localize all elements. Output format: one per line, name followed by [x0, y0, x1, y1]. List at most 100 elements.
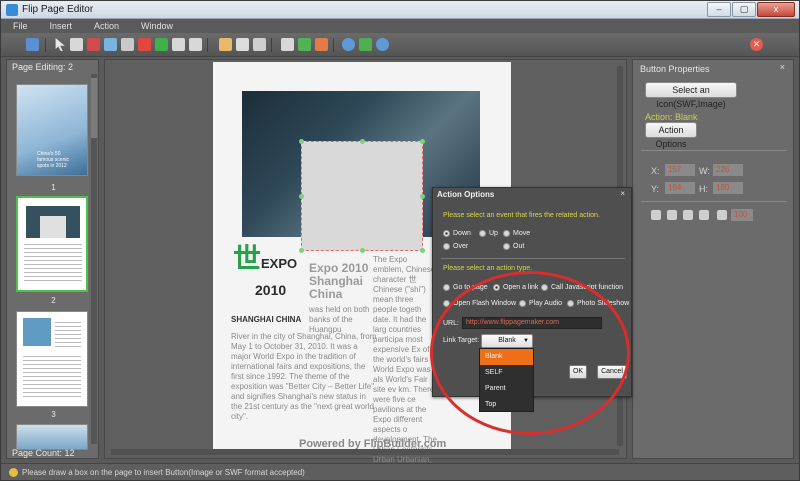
thumbnail-page-4[interactable] — [16, 424, 88, 450]
shape-icon[interactable] — [189, 38, 202, 51]
cancel-button[interactable]: Cancel — [597, 365, 627, 379]
thumbnail-page-3[interactable] — [16, 311, 88, 407]
resize-handle[interactable] — [360, 248, 365, 253]
ok-button[interactable]: OK — [569, 365, 587, 379]
radio-icon — [479, 230, 486, 237]
page-thumbnails-panel: Page Editing: 2 China's 50 famous scenic… — [6, 59, 99, 459]
width-input[interactable]: 226 — [713, 164, 743, 176]
flash-icon[interactable] — [138, 38, 151, 51]
radio-icon — [443, 300, 450, 307]
window-title: Flip Page Editor — [22, 4, 94, 15]
opacity-input[interactable]: 100 — [731, 209, 753, 221]
thumbnail-page-1[interactable]: China's 50 famous scenic spots in 2012 — [16, 84, 88, 176]
divider — [641, 201, 787, 202]
action-radio-go-to-page[interactable]: Go to page — [443, 284, 488, 291]
close-window-button[interactable]: x — [757, 2, 795, 17]
event-hint: Please select an event that fires the re… — [443, 212, 600, 219]
arrange-icon[interactable] — [253, 38, 266, 51]
action-radio-call-js[interactable]: Call Javascript function — [541, 284, 623, 291]
align-right-icon[interactable] — [683, 210, 693, 220]
expo-logo: 世 EXPO 2010 — [231, 244, 303, 314]
add-button-icon[interactable] — [155, 38, 168, 51]
page-count-label: Page Count: 12 — [12, 448, 75, 458]
event-radio-down[interactable]: Down — [443, 230, 471, 237]
height-input[interactable]: 180 — [713, 182, 743, 194]
menu-insert[interactable]: Insert — [50, 19, 73, 33]
exit-icon[interactable]: ✕ — [750, 38, 763, 51]
thumbnail-scrollbar[interactable] — [91, 74, 97, 444]
article-body: River in the city of Shanghai, China, fr… — [231, 332, 377, 421]
toolbar: ✕ — [1, 33, 799, 57]
dropdown-option-parent[interactable]: Parent — [480, 381, 533, 397]
align-center-icon[interactable] — [667, 210, 677, 220]
align-left-icon[interactable] — [651, 210, 661, 220]
fit-page-icon[interactable] — [359, 38, 372, 51]
dropdown-option-self[interactable]: SELF — [480, 365, 533, 381]
pointer-icon[interactable] — [55, 38, 65, 51]
y-input[interactable]: 164 — [665, 182, 695, 194]
radio-label: Photo Slideshow — [577, 300, 630, 307]
inserted-button-box[interactable] — [299, 139, 425, 253]
action-radio-play-audio[interactable]: Play Audio — [519, 300, 562, 307]
undo-icon[interactable] — [315, 38, 328, 51]
event-radio-up[interactable]: Up — [479, 230, 498, 237]
w-label: W: — [699, 166, 710, 176]
canvas-horizontal-scrollbar[interactable] — [111, 449, 619, 455]
movie-icon[interactable] — [87, 38, 100, 51]
status-message: Please draw a box on the page to insert … — [22, 468, 305, 477]
resize-handle[interactable] — [360, 139, 365, 144]
link-target-select[interactable]: Blank ▼ — [481, 334, 533, 348]
copy-icon[interactable] — [219, 38, 232, 51]
action-radio-flash-window[interactable]: Open Flash Window — [443, 300, 516, 307]
article-heading: Expo 2010 Shanghai China — [309, 261, 369, 301]
maximize-button[interactable]: ▢ — [732, 2, 756, 17]
save-icon[interactable] — [26, 38, 39, 51]
event-radio-out[interactable]: Out — [503, 243, 524, 250]
url-input[interactable]: http://www.flippagemaker.com — [462, 317, 602, 329]
menu-file[interactable]: File — [13, 19, 28, 33]
resize-handle[interactable] — [299, 194, 304, 199]
action-radio-open-link[interactable]: Open a link — [493, 284, 538, 291]
event-radio-over[interactable]: Over — [443, 243, 468, 250]
properties-close-icon[interactable]: × — [780, 62, 785, 72]
expo-logo-word: EXPO — [261, 256, 298, 271]
action-label: Action: Blank — [645, 112, 698, 122]
opacity-icon[interactable] — [717, 210, 727, 220]
thumbnail-page-2[interactable] — [16, 196, 88, 292]
dialog-close-icon[interactable]: × — [620, 189, 625, 198]
action-options-button[interactable]: Action Options — [645, 122, 697, 149]
resize-handle[interactable] — [420, 248, 425, 253]
event-radio-move[interactable]: Move — [503, 230, 530, 237]
delete-icon[interactable] — [281, 38, 294, 51]
expo-logo-mark: 世 — [233, 243, 262, 274]
menu-window[interactable]: Window — [141, 19, 173, 33]
thumbnail-number: 1 — [51, 183, 56, 192]
radio-label: Go to page — [453, 284, 488, 291]
audio-icon[interactable] — [121, 38, 134, 51]
link-icon[interactable] — [70, 38, 83, 51]
redo-icon[interactable] — [298, 38, 311, 51]
resize-handle[interactable] — [420, 139, 425, 144]
zoom-in-icon[interactable] — [342, 38, 355, 51]
image-icon[interactable] — [104, 38, 117, 51]
radio-icon — [503, 230, 510, 237]
minimize-button[interactable]: – — [707, 2, 731, 17]
dropdown-option-top[interactable]: Top — [480, 397, 533, 413]
action-type-hint: Please select an action type. — [443, 265, 533, 272]
text-icon[interactable] — [172, 38, 185, 51]
radio-icon — [519, 300, 526, 307]
distribute-icon[interactable] — [699, 210, 709, 220]
paste-icon[interactable] — [236, 38, 249, 51]
dropdown-option-blank[interactable]: Blank — [480, 349, 533, 365]
menu-action[interactable]: Action — [94, 19, 119, 33]
toolbar-separator — [271, 38, 272, 52]
toolbar-separator — [207, 38, 208, 52]
zoom-out-icon[interactable] — [376, 38, 389, 51]
action-radio-photo-slideshow[interactable]: Photo Slideshow — [567, 300, 629, 307]
x-input[interactable]: 157 — [665, 164, 695, 176]
resize-handle[interactable] — [299, 139, 304, 144]
resize-handle[interactable] — [420, 194, 425, 199]
divider — [641, 150, 787, 151]
scrollbar-thumb[interactable] — [91, 78, 97, 138]
select-icon-button[interactable]: Select an Icon(SWF,Image) — [645, 82, 737, 109]
